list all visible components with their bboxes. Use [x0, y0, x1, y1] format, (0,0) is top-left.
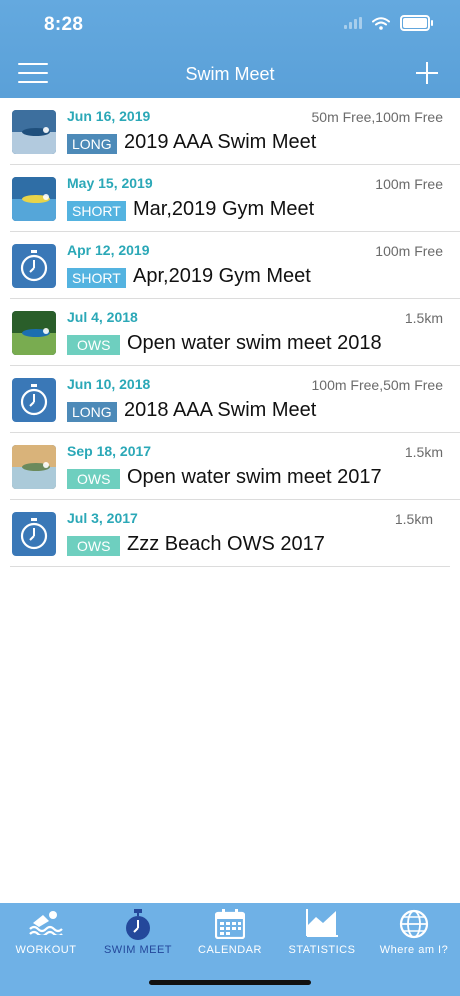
- meet-date: May 15, 2019: [67, 175, 153, 191]
- tab-label: CALENDAR: [198, 944, 262, 956]
- signal-icon: [344, 17, 362, 29]
- meet-events: 100m Free: [375, 243, 443, 259]
- meet-row[interactable]: Jun 10, 2018 100m Free,50m Free LONG 2018 A…: [10, 366, 460, 433]
- meet-row[interactable]: Apr 12, 2019 100m Free SHORT Apr,2019 Gym M…: [10, 232, 460, 299]
- battery-icon: [400, 15, 433, 31]
- meet-date: Sep 18, 2017: [67, 443, 152, 459]
- meet-events: 50m Free,100m Free: [311, 109, 444, 125]
- add-meet-button[interactable]: [416, 62, 438, 84]
- page-title: Swim Meet: [185, 64, 275, 84]
- meet-date: Jun 10, 2018: [67, 376, 151, 392]
- meet-photo: [12, 445, 56, 489]
- stopwatch-icon: [12, 378, 56, 422]
- tab-label: WORKOUT: [15, 944, 77, 956]
- meet-name: 2018 AAA Swim Meet: [124, 399, 317, 421]
- stopwatch-icon: [12, 512, 56, 556]
- meet-name: Mar,2019 Gym Meet: [133, 198, 315, 220]
- meet-row[interactable]: Jul 4, 2018 1.5km OWS Open water swim meet …: [10, 299, 460, 366]
- course-badge: LONG: [67, 402, 117, 422]
- course-badge: SHORT: [67, 201, 126, 221]
- globe-icon: [399, 909, 429, 944]
- meet-photo: [12, 311, 56, 355]
- meet-row[interactable]: May 15, 2019 100m Free SHORT Mar,2019 Gym M…: [10, 165, 460, 232]
- meet-date: Apr 12, 2019: [67, 242, 150, 258]
- tab-swim-meet[interactable]: SWIM MEET: [92, 903, 184, 973]
- meet-row[interactable]: Jul 3, 2017 1.5km OWS Zzz Beach OWS 2017: [10, 500, 450, 567]
- meet-name: Apr,2019 Gym Meet: [133, 265, 311, 287]
- meet-row[interactable]: Sep 18, 2017 1.5km OWS Open water swim meet…: [10, 433, 460, 500]
- course-badge: OWS: [67, 335, 121, 355]
- home-indicator: [149, 980, 311, 985]
- chart-icon: [306, 909, 338, 942]
- meet-events: 1.5km: [404, 444, 443, 460]
- course-badge: OWS: [67, 536, 121, 556]
- meet-row[interactable]: Jun 16, 2019 50m Free,100m Free LONG 2019 A…: [10, 98, 460, 165]
- meet-date: Jul 4, 2018: [67, 309, 138, 325]
- course-badge: LONG: [67, 134, 117, 154]
- swimmer-icon: [29, 909, 63, 940]
- meet-date: Jul 3, 2017: [67, 510, 138, 526]
- course-badge: OWS: [67, 469, 121, 489]
- tab-label: STATISTICS: [288, 944, 356, 956]
- meet-name: Open water swim meet 2017: [127, 466, 382, 488]
- tab-where-am-i[interactable]: Where am I?: [368, 903, 460, 973]
- app-header: 8:28 Swim Meet: [0, 0, 460, 98]
- tab-workout[interactable]: WORKOUT: [0, 903, 92, 973]
- meet-list: Jun 16, 2019 50m Free,100m Free LONG 2019 A…: [0, 98, 460, 567]
- meet-date: Jun 16, 2019: [67, 108, 151, 124]
- meet-events: 1.5km: [394, 511, 433, 527]
- meet-name: Zzz Beach OWS 2017: [127, 533, 325, 555]
- tab-label: Where am I?: [379, 944, 449, 956]
- calendar-icon: [214, 909, 246, 944]
- status-indicators: [344, 15, 433, 31]
- status-time: 8:28: [44, 14, 84, 35]
- meet-photo: [12, 110, 56, 154]
- wifi-icon: [372, 16, 390, 30]
- stopwatch-icon: [124, 909, 152, 946]
- meet-events: 1.5km: [404, 310, 443, 326]
- meet-name: Open water swim meet 2018: [127, 332, 382, 354]
- tab-calendar[interactable]: CALENDAR: [184, 903, 276, 973]
- course-badge: SHORT: [67, 268, 126, 288]
- tab-statistics[interactable]: STATISTICS: [276, 903, 368, 973]
- stopwatch-icon: [12, 244, 56, 288]
- tab-label: SWIM MEET: [103, 944, 173, 956]
- meet-photo: [12, 177, 56, 221]
- meet-events: 100m Free,50m Free: [311, 377, 444, 393]
- meet-name: 2019 AAA Swim Meet: [124, 131, 317, 153]
- meet-events: 100m Free: [375, 176, 443, 192]
